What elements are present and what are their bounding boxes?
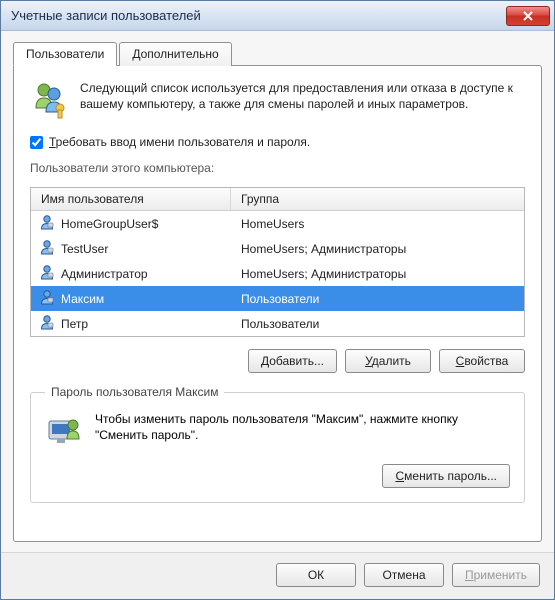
- user-monitor-icon: [45, 411, 85, 454]
- user-table: Имя пользователя Группа HomeGroupUser$Ho…: [30, 187, 525, 337]
- column-group[interactable]: Группа: [231, 188, 524, 210]
- table-row[interactable]: HomeGroupUser$ HomeUsers: [31, 211, 524, 236]
- cancel-button[interactable]: Отмена: [364, 563, 444, 587]
- user-group: Пользователи: [231, 314, 524, 334]
- user-icon: [39, 264, 55, 283]
- tab-panel-users: Следующий список используется для предос…: [13, 65, 542, 542]
- user-group: HomeUsers; Администраторы: [231, 264, 524, 284]
- password-legend: Пароль пользователя Максим: [45, 385, 224, 399]
- user-name: HomeGroupUser$: [61, 217, 158, 231]
- change-password-button[interactable]: Сменить пароль...: [382, 464, 510, 488]
- add-button[interactable]: Добавить...: [248, 349, 337, 373]
- user-name: TestUser: [61, 242, 108, 256]
- tab-advanced[interactable]: Дополнительно: [119, 42, 231, 66]
- intro-text: Следующий список используется для предос…: [80, 80, 525, 123]
- table-header: Имя пользователя Группа: [31, 188, 524, 211]
- dialog-buttons: ОК Отмена Применить: [1, 552, 554, 599]
- table-row[interactable]: Максим Пользователи: [31, 286, 524, 311]
- user-name: Максим: [61, 292, 104, 306]
- table-row[interactable]: Петр Пользователи: [31, 311, 524, 336]
- require-login-checkbox[interactable]: Требовать ввод имени пользователя и паро…: [30, 135, 525, 149]
- user-list-label: Пользователи этого компьютера:: [30, 161, 525, 175]
- close-button[interactable]: [506, 6, 550, 26]
- tab-users[interactable]: Пользователи: [13, 42, 117, 66]
- table-row[interactable]: TestUser HomeUsers; Администраторы: [31, 236, 524, 261]
- user-group: HomeUsers; Администраторы: [231, 239, 524, 259]
- user-icon: [39, 314, 55, 333]
- titlebar[interactable]: Учетные записи пользователей: [1, 1, 554, 31]
- password-text: Чтобы изменить пароль пользователя "Макс…: [95, 411, 510, 454]
- apply-button[interactable]: Применить: [452, 563, 540, 587]
- ok-button[interactable]: ОК: [276, 563, 356, 587]
- password-groupbox: Пароль пользователя Максим Чтобы изменит…: [30, 385, 525, 503]
- user-icon: [39, 289, 55, 308]
- table-row[interactable]: Администратор HomeUsers; Администраторы: [31, 261, 524, 286]
- user-group: Пользователи: [231, 289, 524, 309]
- require-login-label: Требовать ввод имени пользователя и паро…: [49, 135, 310, 149]
- user-icon: [39, 214, 55, 233]
- column-username[interactable]: Имя пользователя: [31, 188, 231, 210]
- user-name: Петр: [61, 317, 88, 331]
- tabs: Пользователи Дополнительно: [13, 41, 542, 65]
- user-action-buttons: Добавить... Удалить Свойства: [30, 349, 525, 373]
- user-icon: [39, 239, 55, 258]
- user-accounts-dialog: Учетные записи пользователей Пользовател…: [0, 0, 555, 600]
- users-key-icon: [30, 80, 70, 123]
- user-group: HomeUsers: [231, 214, 524, 234]
- intro-block: Следующий список используется для предос…: [30, 80, 525, 123]
- require-login-input[interactable]: [30, 136, 43, 149]
- remove-button[interactable]: Удалить: [345, 349, 431, 373]
- client-area: Пользователи Дополнительно Следующий спи…: [1, 31, 554, 552]
- close-icon: [522, 11, 534, 21]
- properties-button[interactable]: Свойства: [439, 349, 525, 373]
- window-title: Учетные записи пользователей: [11, 8, 506, 23]
- user-name: Администратор: [61, 267, 148, 281]
